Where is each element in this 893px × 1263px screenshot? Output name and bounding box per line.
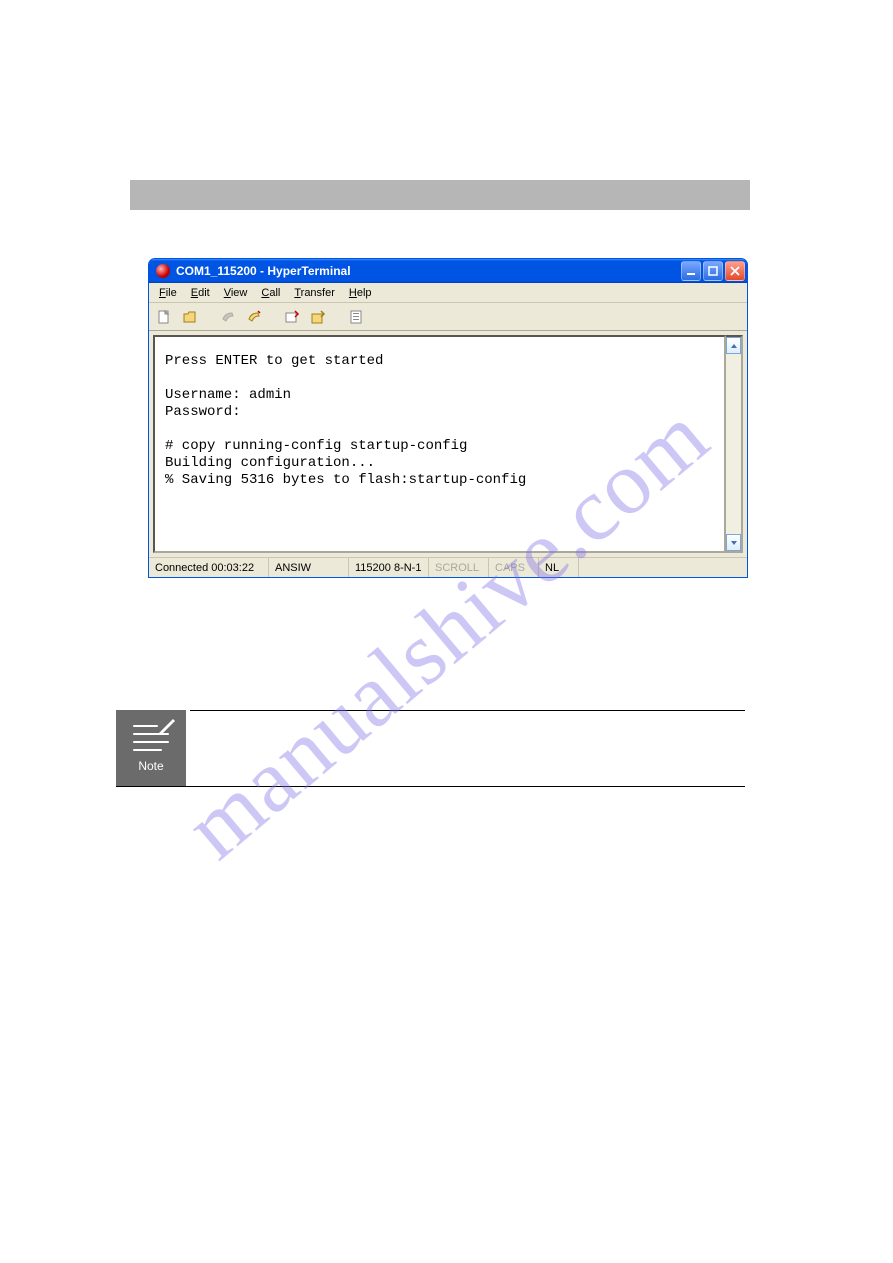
scrollbar-track[interactable] <box>726 354 741 534</box>
menu-help-label: elp <box>357 287 372 299</box>
menu-edit[interactable]: Edit <box>185 286 216 300</box>
status-bar: Connected 00:03:22 ANSIW 115200 8-N-1 SC… <box>149 557 747 577</box>
menu-bar: File Edit View Call Transfer Help <box>149 283 747 303</box>
close-button[interactable] <box>725 261 745 281</box>
scroll-down-button[interactable] <box>726 534 741 551</box>
properties-icon <box>348 309 364 325</box>
note-label: Note <box>138 759 163 773</box>
maximize-button[interactable] <box>703 261 723 281</box>
note-bottom-rule <box>116 786 745 787</box>
minimize-icon <box>686 266 696 276</box>
toolbar <box>149 303 747 331</box>
status-connected: Connected 00:03:22 <box>149 558 269 577</box>
menu-edit-label: dit <box>198 287 210 299</box>
menu-view[interactable]: View <box>218 286 254 300</box>
pen-icon <box>157 717 175 735</box>
new-file-button[interactable] <box>153 306 175 328</box>
open-folder-icon <box>182 309 198 325</box>
vertical-scrollbar[interactable] <box>726 335 743 553</box>
minimize-button[interactable] <box>681 261 701 281</box>
menu-view-label: iew <box>231 287 248 299</box>
status-emulation: ANSIW <box>269 558 349 577</box>
receive-file-button[interactable] <box>307 306 329 328</box>
app-icon <box>156 264 170 278</box>
note-icon: Note <box>116 710 186 786</box>
phone-connect-icon <box>220 309 236 325</box>
phone-connect-button[interactable] <box>217 306 239 328</box>
menu-help[interactable]: Help <box>343 286 378 300</box>
status-nl: NL <box>539 558 579 577</box>
menu-transfer[interactable]: Transfer <box>288 286 341 300</box>
scroll-up-button[interactable] <box>726 337 741 354</box>
status-settings: 115200 8-N-1 <box>349 558 429 577</box>
send-file-button[interactable] <box>281 306 303 328</box>
doc-lines-icon <box>133 723 169 755</box>
phone-disconnect-icon <box>246 309 262 325</box>
status-scroll: SCROLL <box>429 558 489 577</box>
chevron-up-icon <box>730 342 738 350</box>
terminal-output[interactable]: Press ENTER to get started Username: adm… <box>153 335 726 553</box>
titlebar: COM1_115200 - HyperTerminal <box>149 259 747 283</box>
status-caps: CAPS <box>489 558 539 577</box>
open-folder-button[interactable] <box>179 306 201 328</box>
window-title: COM1_115200 - HyperTerminal <box>176 264 681 278</box>
chevron-down-icon <box>730 539 738 547</box>
menu-file[interactable]: File <box>153 286 183 300</box>
new-file-icon <box>156 309 172 325</box>
send-file-icon <box>284 309 300 325</box>
receive-file-icon <box>310 309 326 325</box>
note-box: Note <box>116 710 756 786</box>
maximize-icon <box>708 266 718 276</box>
menu-call[interactable]: Call <box>255 286 286 300</box>
gray-banner <box>130 180 750 210</box>
menu-transfer-label: ransfer <box>301 287 335 299</box>
properties-button[interactable] <box>345 306 367 328</box>
menu-call-label: all <box>269 287 280 299</box>
phone-disconnect-button[interactable] <box>243 306 265 328</box>
close-icon <box>730 266 740 276</box>
hyperterminal-window: COM1_115200 - HyperTerminal File Edit Vi… <box>148 258 748 578</box>
menu-file-label: ile <box>166 287 177 299</box>
